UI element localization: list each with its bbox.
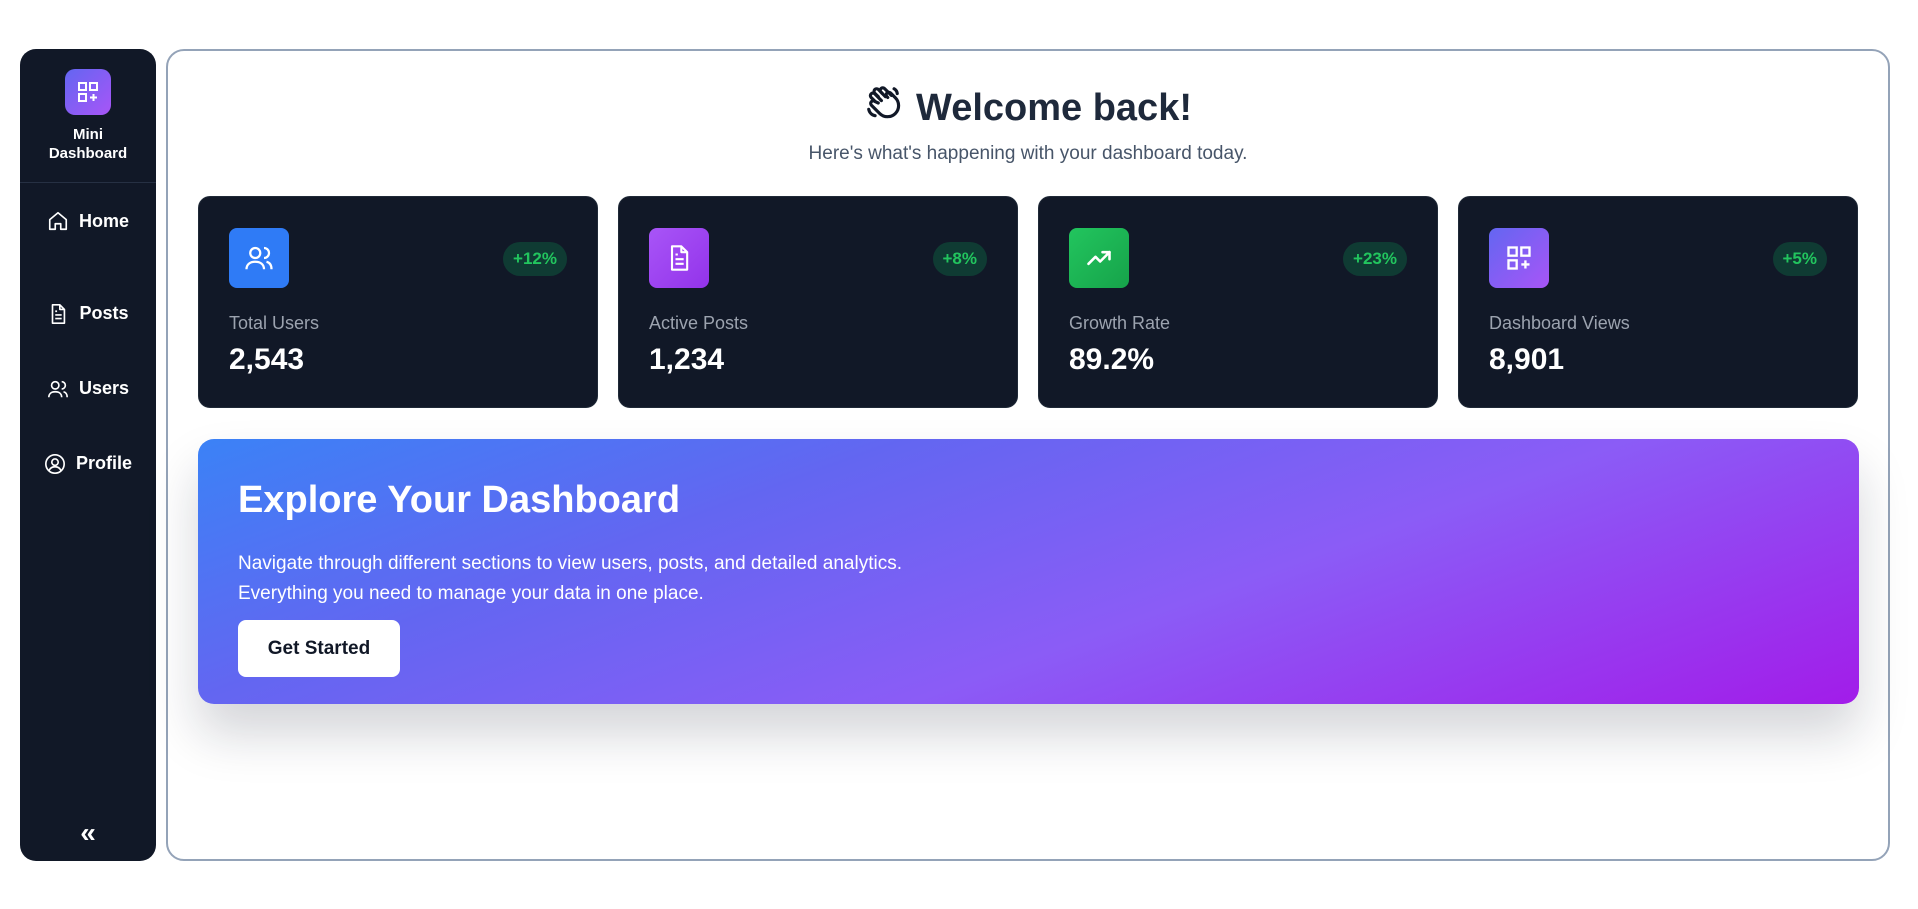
main-panel: Welcome back! Here's what's happening wi… [166,49,1890,861]
change-badge: +5% [1772,242,1827,276]
users-icon [47,378,69,400]
explore-banner: Explore Your Dashboard Navigate through … [198,439,1859,704]
banner-title: Explore Your Dashboard [238,479,681,521]
users-icon [229,228,289,288]
sidebar-item-label: Profile [75,453,132,473]
stat-card-dashboard-views[interactable]: +5% Dashboard Views 8,901 [1458,196,1858,408]
change-badge: +23% [1343,242,1407,276]
trending-up-icon [1069,228,1129,288]
user-circle-icon [44,453,66,475]
stat-value: 89.2% [1069,343,1155,376]
document-icon [47,303,69,325]
sidebar-item-profile[interactable]: Profile [20,426,156,501]
sidebar-item-label: Users [78,378,130,398]
collapse-sidebar-button[interactable]: « [20,819,156,847]
sidebar-item-home[interactable]: Home [20,201,156,241]
page-title-text: Welcome back! [916,86,1192,129]
wave-hand-icon [864,84,902,132]
sidebar: Mini Dashboard Home Posts Users Profile … [20,49,156,861]
document-icon [649,228,709,288]
stat-label: Active Posts [649,313,749,333]
stat-card-active-posts[interactable]: +8% Active Posts 1,234 [618,196,1018,408]
banner-description: Navigate through different sections to v… [238,549,902,609]
chevrons-left-icon: « [80,817,96,848]
stat-card-growth-rate[interactable]: +23% Growth Rate 89.2% [1038,196,1438,408]
change-badge: +12% [503,242,567,276]
sidebar-item-label: Home [78,210,129,231]
stat-value: 2,543 [229,343,305,376]
stat-value: 8,901 [1489,343,1565,376]
sidebar-item-posts[interactable]: Posts [20,276,156,351]
stat-label: Total Users [229,313,320,333]
banner-line: Navigate through different sections to v… [238,553,902,574]
home-icon [47,210,69,232]
sidebar-item-users[interactable]: Users [20,351,156,426]
sidebar-item-label: Posts [79,303,129,323]
get-started-button[interactable]: Get Started [238,620,400,677]
grid-plus-icon [65,69,111,115]
page-subtitle: Here's what's happening with your dashbo… [808,143,1248,164]
brand: Mini Dashboard [20,49,156,183]
brand-name: Mini Dashboard [48,126,128,162]
sidebar-nav: Home Posts Users Profile [20,201,156,501]
stat-card-total-users[interactable]: +12% Total Users 2,543 [198,196,598,408]
stat-label: Dashboard Views [1489,313,1630,333]
page-title: Welcome back! [168,84,1888,132]
grid-plus-icon [1489,228,1549,288]
stat-label: Growth Rate [1069,313,1171,333]
change-badge: +8% [932,242,987,276]
stat-value: 1,234 [649,343,725,376]
banner-line: Everything you need to manage your data … [238,583,704,604]
